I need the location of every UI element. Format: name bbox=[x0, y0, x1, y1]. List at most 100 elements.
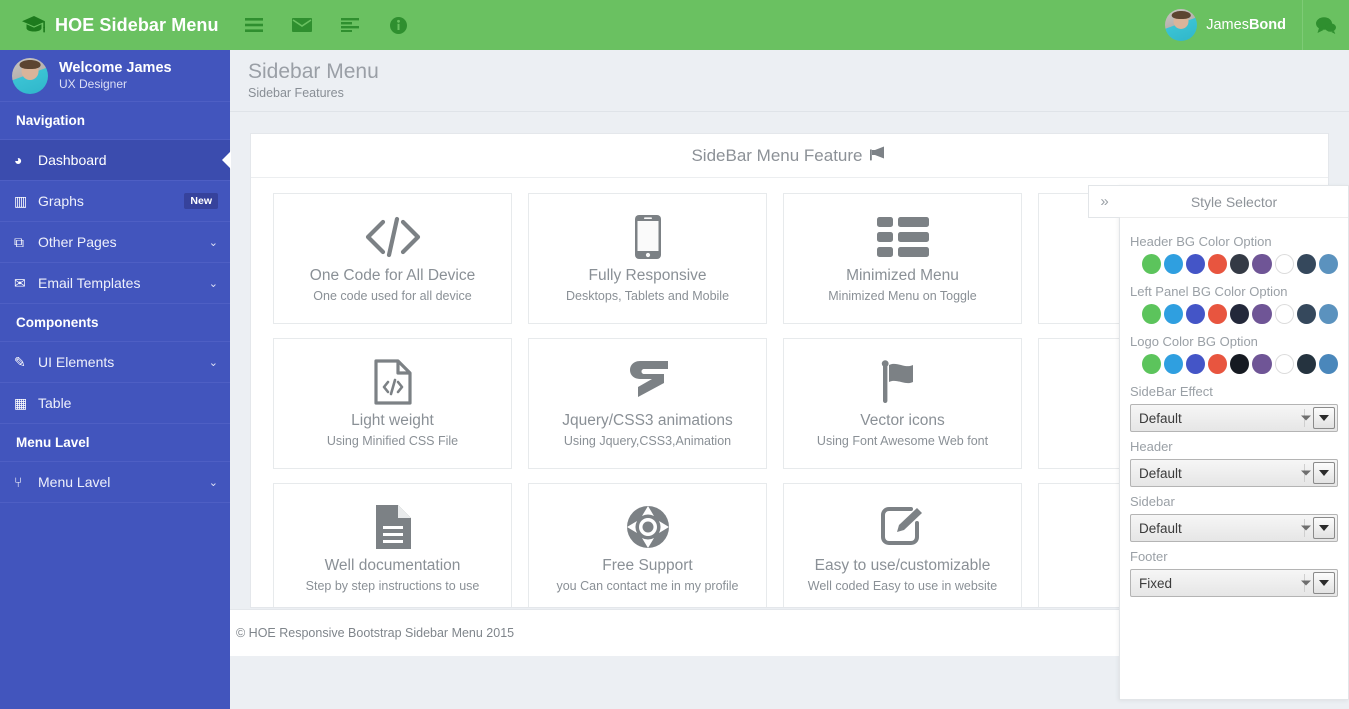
feature-card-title: Light weight bbox=[351, 412, 434, 429]
select-dropdown-button[interactable] bbox=[1313, 572, 1335, 594]
feature-card: Vector icons Using Font Awesome Web font bbox=[783, 338, 1022, 469]
user-menu[interactable]: JamesBond bbox=[1159, 0, 1303, 50]
hamburger-menu-icon[interactable] bbox=[230, 0, 278, 50]
sidebar-section-header: Navigation bbox=[0, 102, 230, 140]
sidebar-item-dashboard[interactable]: ◕ Dashboard bbox=[0, 140, 230, 181]
color-swatch[interactable] bbox=[1318, 304, 1338, 324]
page-header: Sidebar Menu Sidebar Features bbox=[230, 50, 1349, 112]
color-swatch[interactable] bbox=[1164, 354, 1184, 374]
feature-card-subtitle: Using Minified CSS File bbox=[326, 434, 459, 448]
color-swatch[interactable] bbox=[1186, 304, 1206, 324]
page-subtitle: Sidebar Features bbox=[248, 86, 344, 100]
sidebar-item-table[interactable]: ▦ Table bbox=[0, 383, 230, 424]
color-swatch[interactable] bbox=[1318, 354, 1338, 374]
chevron-down-icon: ⌄ bbox=[208, 236, 218, 249]
select-dropdown-button[interactable] bbox=[1313, 517, 1335, 539]
color-swatch[interactable] bbox=[1296, 254, 1316, 274]
color-swatch[interactable] bbox=[1274, 304, 1294, 324]
top-header-right: JamesBond bbox=[1159, 0, 1349, 50]
sidebar-item-label: UI Elements bbox=[38, 354, 115, 370]
color-swatch[interactable] bbox=[1274, 254, 1294, 274]
envelope-icon[interactable] bbox=[278, 0, 326, 50]
envelope-icon: ✉ bbox=[14, 274, 26, 291]
mobile-phone-icon bbox=[634, 211, 661, 263]
user-name-label: JamesBond bbox=[1206, 17, 1286, 33]
sidebar: HOE Sidebar Menu Welcome James UX Design… bbox=[0, 0, 230, 709]
select-label: Header bbox=[1130, 439, 1173, 454]
sidebar-item-graphs[interactable]: ▥ Graphs New bbox=[0, 181, 230, 222]
color-swatch[interactable] bbox=[1208, 354, 1228, 374]
color-swatch[interactable] bbox=[1230, 254, 1250, 274]
color-group-label: Logo Color BG Option bbox=[1130, 334, 1258, 349]
color-swatch[interactable] bbox=[1186, 354, 1206, 374]
select-sidebar[interactable]: Default bbox=[1130, 514, 1338, 542]
sidebar-item-menu-lavel[interactable]: ⑂ Menu Lavel ⌄ bbox=[0, 462, 230, 503]
sidebar-item-email-templates[interactable]: ✉ Email Templates ⌄ bbox=[0, 263, 230, 304]
feature-card-title: Jquery/CSS3 animations bbox=[562, 412, 733, 429]
color-swatch[interactable] bbox=[1208, 254, 1228, 274]
color-swatch[interactable] bbox=[1142, 254, 1162, 274]
sidebar-nav: Navigation ◕ Dashboard ▥ Graphs New ⧉ Other Pag… bbox=[0, 102, 230, 503]
feature-card: Jquery/CSS3 animations Using Jquery,CSS3,… bbox=[528, 338, 767, 469]
color-swatch[interactable] bbox=[1252, 354, 1272, 374]
feature-card: Free Support you Can contact me in my pro… bbox=[528, 483, 767, 607]
sidebar-profile[interactable]: Welcome James UX Designer bbox=[0, 50, 230, 102]
color-swatch[interactable] bbox=[1186, 254, 1206, 274]
panel-title: SideBar Menu Feature bbox=[251, 134, 1328, 178]
copy-icon: ⧉ bbox=[14, 233, 24, 250]
select-dropdown-button[interactable] bbox=[1313, 407, 1335, 429]
color-swatch[interactable] bbox=[1296, 304, 1316, 324]
select-value: Default bbox=[1139, 410, 1182, 426]
sidebar-item-ui-elements[interactable]: ✎ UI Elements ⌄ bbox=[0, 342, 230, 383]
select-dropdown-button[interactable] bbox=[1313, 462, 1335, 484]
graduation-cap-icon bbox=[22, 16, 46, 34]
sidebar-item-label: Email Templates bbox=[38, 275, 141, 291]
color-swatch[interactable] bbox=[1164, 304, 1184, 324]
color-group-label: Left Panel BG Color Option bbox=[1130, 284, 1288, 299]
brand-logo-bar[interactable]: HOE Sidebar Menu bbox=[0, 0, 230, 50]
bar-chart-icon: ▥ bbox=[14, 192, 28, 209]
align-left-icon[interactable] bbox=[326, 0, 374, 50]
style-selector-toggle[interactable]: » bbox=[1088, 185, 1120, 218]
color-swatch[interactable] bbox=[1318, 254, 1338, 274]
top-icon-group bbox=[230, 0, 422, 50]
chevron-down-icon bbox=[1319, 580, 1329, 586]
caret-down-icon bbox=[1301, 415, 1311, 421]
feature-card-title: Fully Responsive bbox=[588, 267, 707, 284]
color-swatch[interactable] bbox=[1230, 304, 1250, 324]
sidebar-item-badge: New bbox=[184, 193, 218, 209]
profile-role: UX Designer bbox=[59, 77, 128, 92]
color-swatch[interactable] bbox=[1296, 354, 1316, 374]
sidebar-item-label: Other Pages bbox=[38, 234, 117, 250]
color-swatch[interactable] bbox=[1274, 354, 1294, 374]
sidebar-item-label: Menu Lavel bbox=[38, 474, 111, 490]
color-swatch[interactable] bbox=[1142, 304, 1162, 324]
select-label: Sidebar bbox=[1130, 494, 1175, 509]
brand-title: HOE Sidebar Menu bbox=[55, 14, 219, 35]
sidebar-item-other-pages[interactable]: ⧉ Other Pages ⌄ bbox=[0, 222, 230, 263]
color-swatch[interactable] bbox=[1164, 254, 1184, 274]
pencil-square-icon bbox=[880, 501, 926, 553]
footer-text: © HOE Responsive Bootstrap Sidebar Menu … bbox=[236, 626, 515, 640]
feature-card-title: Vector icons bbox=[860, 412, 945, 429]
chat-bubble-icon[interactable] bbox=[1303, 0, 1349, 50]
select-sidebar-effect[interactable]: Default bbox=[1130, 404, 1338, 432]
style-selector-title: Style Selector bbox=[1120, 186, 1348, 218]
feature-card-subtitle: Minimized Menu on Toggle bbox=[828, 289, 977, 303]
color-swatch[interactable] bbox=[1142, 354, 1162, 374]
color-swatch[interactable] bbox=[1252, 304, 1272, 324]
feature-card-title: One Code for All Device bbox=[309, 267, 476, 284]
select-footer[interactable]: Fixed bbox=[1130, 569, 1338, 597]
select-header[interactable]: Default bbox=[1130, 459, 1338, 487]
life-ring-icon bbox=[625, 501, 671, 553]
feature-card-subtitle: you Can contact me in my profile bbox=[556, 579, 739, 593]
user-first-name: James bbox=[1206, 17, 1249, 33]
color-swatch[interactable] bbox=[1252, 254, 1272, 274]
panel-title-text: SideBar Menu Feature bbox=[691, 145, 863, 165]
info-circle-icon[interactable] bbox=[374, 0, 422, 50]
color-swatch[interactable] bbox=[1230, 354, 1250, 374]
color-group-label: Header BG Color Option bbox=[1130, 234, 1272, 249]
sidebar-item-label: Dashboard bbox=[38, 152, 107, 168]
color-swatch[interactable] bbox=[1208, 304, 1228, 324]
feature-card-title: Minimized Menu bbox=[846, 267, 959, 284]
